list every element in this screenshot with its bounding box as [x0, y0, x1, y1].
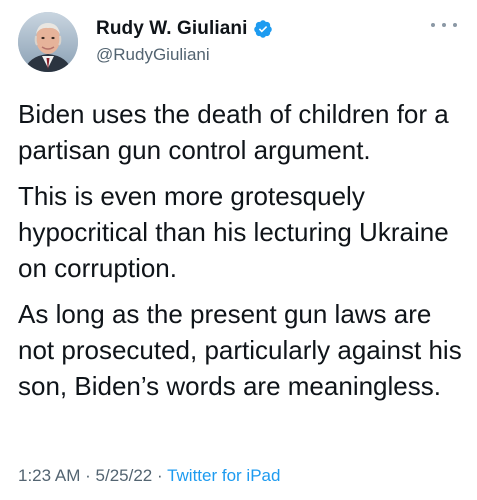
author-handle[interactable]: @RudyGiuliani	[96, 45, 273, 65]
tweet-paragraph: As long as the present gun laws are not …	[18, 299, 462, 401]
dot	[431, 23, 435, 27]
author-names: Rudy W. Giuliani @RudyGiuliani	[96, 16, 273, 65]
tweet-paragraph: Biden uses the death of children for a p…	[18, 99, 449, 165]
avatar-image	[18, 12, 78, 72]
verified-badge-icon	[253, 20, 272, 38]
avatar[interactable]	[18, 12, 78, 72]
dot	[442, 23, 446, 27]
tweet-date[interactable]: 5/25/22	[96, 466, 153, 485]
meta-separator: ·	[156, 466, 163, 485]
tweet-paragraph: This is even more grotesquely hypocritic…	[18, 181, 449, 283]
more-dots-icon[interactable]	[431, 16, 457, 34]
tweet-card: Rudy W. Giuliani @RudyGiuliani Biden use…	[0, 0, 477, 500]
tweet-text: Biden uses the death of children for a p…	[18, 96, 463, 414]
tweet-time[interactable]: 1:23 AM	[18, 466, 80, 485]
dot	[453, 23, 457, 27]
tweet-meta: 1:23 AM · 5/25/22 · Twitter for iPad	[18, 466, 280, 486]
meta-separator: ·	[85, 466, 91, 485]
display-name-row: Rudy W. Giuliani	[96, 16, 273, 42]
tweet-header: Rudy W. Giuliani @RudyGiuliani	[18, 12, 459, 74]
display-name[interactable]: Rudy W. Giuliani	[96, 18, 248, 40]
tweet-source-link[interactable]: Twitter for iPad	[167, 466, 280, 485]
